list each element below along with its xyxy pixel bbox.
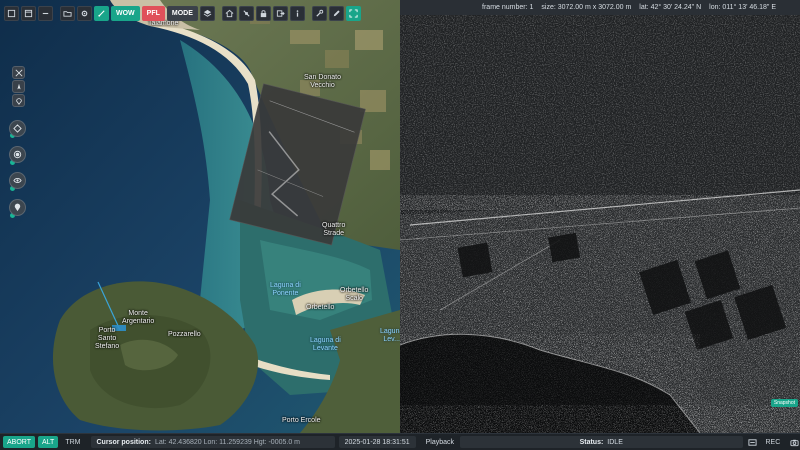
folder-icon — [63, 11, 72, 17]
playback-button[interactable]: Playback — [420, 436, 456, 448]
layers-button[interactable] — [199, 6, 215, 21]
label-porto-santo-stefano: Porto Santo Stefano — [95, 327, 120, 350]
status-display: Status: IDLE — [459, 436, 743, 448]
draw-button[interactable] — [94, 6, 109, 21]
home-button[interactable] — [221, 6, 237, 21]
location-icon — [14, 203, 21, 212]
satellite-button[interactable] — [238, 6, 254, 21]
status-value: IDLE — [607, 438, 623, 446]
label-laguna-ponente: Laguna di Ponente — [270, 282, 301, 297]
expand-icon — [349, 9, 358, 18]
minimize-icon — [42, 12, 49, 15]
compass-icon — [16, 83, 21, 89]
cursor-position-value: Lat: 42.436820 Lon: 11.259239 Hgt: -0005… — [154, 438, 300, 446]
cursor-position-title: Cursor position: — [96, 438, 151, 446]
tools-button[interactable] — [311, 6, 327, 21]
target-button[interactable] — [9, 120, 26, 137]
crosshair-icon — [15, 69, 22, 76]
square-icon — [7, 9, 16, 18]
eye-icon — [13, 150, 22, 159]
label-laguna-right: Laguna Lev... — [380, 328, 400, 343]
label-orbetello-scalo: Orbetello Scalo — [340, 287, 369, 302]
info-icon — [296, 10, 299, 17]
sar-image-viewer[interactable]: frame number: 1 size: 3072.00 m x 3072.0… — [400, 0, 800, 433]
info-button[interactable] — [289, 6, 305, 21]
wow-button[interactable]: WOW — [111, 6, 140, 21]
lock-icon — [260, 10, 267, 18]
status-title: Status: — [579, 438, 604, 446]
cast-button[interactable] — [747, 436, 759, 448]
datetime: 2025-01-28 18:31:51 — [338, 436, 416, 448]
wrench-icon — [316, 9, 324, 17]
snapshot-button[interactable] — [788, 436, 800, 448]
label-pozzarello: Pozzarello — [168, 331, 201, 338]
snapshot-tooltip: Snapshot — [770, 399, 798, 407]
edit-button[interactable] — [328, 6, 344, 21]
north-button[interactable] — [12, 80, 25, 93]
cursor-position: Cursor position: Lat: 42.436820 Lon: 11.… — [90, 436, 335, 448]
folder-button[interactable] — [60, 6, 75, 21]
edit-icon — [333, 10, 340, 17]
marker-button[interactable] — [12, 94, 25, 107]
map-imagery — [0, 0, 400, 433]
frame-number: frame number: 1 — [482, 4, 534, 11]
window-button[interactable] — [21, 6, 36, 21]
layers-icon — [203, 9, 212, 17]
visibility-button[interactable] — [9, 172, 26, 189]
label-laguna-levante: Laguna di Levante — [310, 337, 341, 352]
label-porto-ercole: Porto Ercole — [282, 417, 321, 424]
export-icon — [276, 10, 285, 17]
settings-button[interactable] — [77, 6, 92, 21]
rec-button[interactable]: REC — [762, 436, 785, 448]
square-button[interactable] — [4, 6, 19, 21]
zoom-fit-button[interactable] — [12, 66, 25, 79]
visibility-icon — [13, 178, 22, 183]
gear-icon — [81, 10, 88, 17]
trm-button[interactable]: TRM — [61, 436, 84, 448]
lock-button[interactable] — [255, 6, 271, 21]
label-monte-argentario: Monte Argentario — [122, 310, 155, 325]
window-icon — [24, 9, 33, 18]
sar-image — [400, 0, 800, 433]
frame-latitude: lat: 42° 30' 24.24" N — [639, 4, 702, 11]
label-quattro-strade: Quattro Strade — [322, 222, 346, 237]
mode-button[interactable]: MODE — [166, 6, 198, 21]
datetime-value: 2025-01-28 18:31:51 — [344, 438, 410, 446]
location-button[interactable] — [9, 199, 26, 216]
satellite-icon — [243, 10, 250, 17]
playback-label: Playback — [425, 438, 455, 446]
camera-button[interactable] — [9, 146, 26, 163]
satellite-map[interactable]: Talamone San Donato Vecchio Quattro Stra… — [0, 0, 400, 433]
pfl-button[interactable]: PFL — [141, 6, 165, 21]
map-toolbar: WOW PFL MODE — [4, 5, 361, 22]
target-icon — [13, 124, 22, 133]
frame-longitude: lon: 011° 13' 46.18" E — [709, 4, 776, 11]
sar-info-bar: frame number: 1 size: 3072.00 m x 3072.0… — [400, 0, 800, 15]
status-bar: ABORT ALT TRM Cursor position: Lat: 42.4… — [0, 433, 800, 450]
frame-size: size: 3072.00 m x 3072.00 m — [541, 4, 632, 11]
label-san-donato: San Donato Vecchio — [304, 74, 341, 89]
pin-icon — [15, 97, 22, 105]
app-window: Talamone San Donato Vecchio Quattro Stra… — [0, 0, 800, 450]
expand-button[interactable] — [345, 6, 361, 21]
minimize-button[interactable] — [38, 6, 53, 21]
label-orbetello: Orbetello — [306, 304, 335, 311]
alt-button[interactable]: ALT — [38, 436, 59, 448]
draw-icon — [98, 10, 105, 17]
camera-icon — [790, 439, 799, 446]
home-icon — [225, 9, 234, 18]
abort-button[interactable]: ABORT — [3, 436, 35, 448]
cast-icon — [748, 438, 757, 446]
export-button[interactable] — [272, 6, 288, 21]
